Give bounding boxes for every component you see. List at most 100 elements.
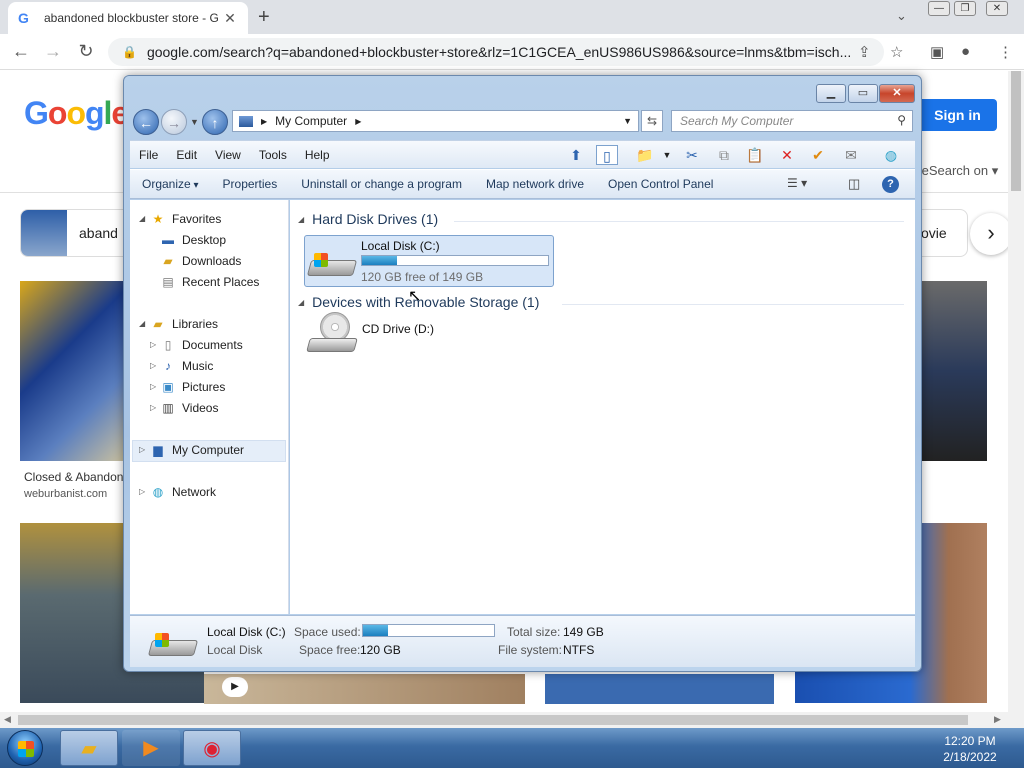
cut-icon[interactable]: ✂ (681, 145, 703, 165)
close-window-icon[interactable]: ✕ (986, 1, 1008, 16)
google-logo[interactable]: Google (24, 95, 129, 132)
menu-view[interactable]: View (206, 148, 250, 162)
system-clock[interactable]: 12:20 PM 2/18/2022 (930, 733, 1010, 765)
open-control-panel-button[interactable]: Open Control Panel (596, 177, 725, 191)
explorer-minimize-icon[interactable]: ▁ (816, 84, 846, 103)
profile-avatar-icon[interactable]: ● (961, 43, 970, 60)
side-panel-icon[interactable]: ▣ (930, 43, 944, 61)
nav-network[interactable]: ◍ Network (150, 485, 216, 499)
scroll-thumb[interactable] (1011, 71, 1021, 191)
related-search-chip[interactable]: aband (20, 209, 140, 257)
tab-search-chevron-icon[interactable]: ⌄ (896, 8, 907, 24)
properties-button[interactable]: Properties (211, 177, 290, 191)
menu-help[interactable]: Help (296, 148, 339, 162)
copy-icon[interactable]: ⧉ (713, 145, 735, 165)
chevron-right-icon[interactable]: › (970, 213, 1008, 255)
address-dropdown-icon[interactable]: ▼ (623, 116, 632, 126)
new-tab-button[interactable]: + (258, 6, 270, 29)
taskbar-explorer-button[interactable]: ▰ (60, 730, 118, 766)
up-arrow-icon[interactable]: ↑ (202, 109, 228, 135)
forward-arrow-icon[interactable]: → (42, 41, 64, 62)
cd-drive-icon[interactable] (306, 312, 358, 354)
sign-in-button[interactable]: Sign in (918, 99, 997, 131)
breadcrumb-arrow-icon[interactable]: ▶ (261, 117, 267, 126)
breadcrumb-my-computer[interactable]: My Computer (275, 114, 347, 128)
nav-pictures[interactable]: ▣ Pictures (160, 380, 225, 394)
bookmark-star-icon[interactable]: ☆ (890, 43, 903, 61)
vertical-scrollbar[interactable] (1008, 71, 1024, 712)
explorer-address-bar[interactable]: ▶ My Computer ▶ ▼ (232, 110, 639, 132)
web-globe-icon[interactable]: ◍ (880, 145, 902, 165)
help-icon[interactable]: ? (882, 176, 899, 193)
nav-my-computer[interactable]: ▆ My Computer (150, 443, 244, 457)
image-result[interactable] (545, 674, 774, 704)
explorer-search-input[interactable]: Search My Computer ⚲ (671, 110, 913, 132)
collapsed-arrow-icon[interactable]: ▷ (150, 361, 156, 370)
group-header-removable[interactable]: ◢ Devices with Removable Storage (1) (298, 294, 539, 310)
back-arrow-icon[interactable]: ← (133, 109, 159, 135)
scroll-thumb[interactable] (18, 715, 968, 725)
breadcrumb-arrow-icon[interactable]: ▶ (355, 117, 361, 126)
explorer-close-icon[interactable]: ✕ (879, 84, 915, 103)
folder-options-dropdown-icon[interactable]: ▼ (656, 145, 678, 165)
image-caption[interactable]: Closed & Abandon (24, 470, 123, 484)
local-disk-c-tile[interactable]: Local Disk (C:) 120 GB free of 149 GB ↖ (304, 235, 554, 305)
play-icon[interactable]: ▶ (222, 677, 248, 697)
nav-documents[interactable]: ▯ Documents (160, 338, 243, 352)
email-icon[interactable]: ✉ (840, 145, 862, 165)
browser-tab[interactable]: G abandoned blockbuster store - G ✕ (8, 2, 248, 34)
forward-arrow-icon[interactable]: → (161, 109, 187, 135)
taskbar-chrome-button[interactable]: ◉ (183, 730, 241, 766)
nav-libraries[interactable]: ▰ Libraries (150, 317, 218, 331)
lock-icon[interactable]: 🔒 (122, 45, 137, 59)
share-icon[interactable]: ⇪ (858, 43, 871, 61)
collapsed-arrow-icon[interactable]: ▷ (139, 445, 145, 454)
scroll-right-icon[interactable]: ▶ (994, 714, 1001, 725)
menu-edit[interactable]: Edit (167, 148, 206, 162)
horizontal-scrollbar[interactable]: ◀ ▶ (0, 712, 1024, 728)
up-folder-icon[interactable]: ⬆ (565, 145, 587, 165)
chrome-menu-icon[interactable]: ⋮ (998, 43, 1013, 61)
search-icon[interactable]: ⚲ (897, 113, 906, 127)
nav-music[interactable]: ♪ Music (160, 359, 213, 373)
menu-tools[interactable]: Tools (250, 148, 296, 162)
history-dropdown-icon[interactable]: ▼ (190, 117, 199, 127)
collapsed-arrow-icon[interactable]: ▷ (150, 382, 156, 391)
nav-favorites[interactable]: ★ Favorites (150, 212, 222, 226)
image-result[interactable] (20, 281, 124, 461)
back-arrow-icon[interactable]: ← (10, 41, 32, 62)
nav-recent-places[interactable]: ▤ Recent Places (160, 275, 259, 289)
restore-window-icon[interactable]: ❐ (954, 1, 976, 16)
explorer-maximize-icon[interactable]: ▭ (848, 84, 878, 103)
map-network-drive-button[interactable]: Map network drive (474, 177, 596, 191)
collapsed-arrow-icon[interactable]: ▷ (150, 403, 156, 412)
taskbar-media-player-button[interactable]: ▶ (122, 730, 180, 766)
minimize-window-icon[interactable]: — (928, 1, 950, 16)
start-button[interactable] (7, 730, 43, 766)
group-header-hard-disks[interactable]: ◢ Hard Disk Drives (1) (298, 211, 438, 227)
menu-file[interactable]: File (130, 148, 167, 162)
image-result[interactable] (204, 674, 525, 704)
refresh-icon[interactable]: ⇆ (641, 110, 663, 132)
address-bar[interactable]: 🔒 google.com/search?q=abandoned+blockbus… (108, 38, 884, 66)
image-result[interactable] (920, 281, 987, 461)
expanded-arrow-icon[interactable]: ◢ (139, 214, 145, 223)
group-collapse-icon[interactable]: ◢ (298, 298, 304, 307)
change-view-icon[interactable]: ☰ ▾ (787, 176, 807, 190)
nav-videos[interactable]: ▥ Videos (160, 401, 218, 415)
folder-options-icon[interactable]: 📁 (634, 145, 656, 165)
tab-close-icon[interactable]: ✕ (222, 10, 238, 27)
paste-icon[interactable]: 📋 (744, 145, 766, 165)
expanded-arrow-icon[interactable]: ◢ (139, 319, 145, 328)
properties-check-icon[interactable]: ✔ (807, 145, 829, 165)
nav-desktop[interactable]: ▬ Desktop (160, 233, 226, 247)
nav-downloads[interactable]: ▰ Downloads (160, 254, 241, 268)
preview-pane-icon[interactable]: ◫ (848, 176, 860, 192)
folders-pane-icon[interactable]: ▯ (596, 145, 618, 165)
scroll-left-icon[interactable]: ◀ (4, 714, 11, 725)
safesearch-toggle[interactable]: feSearch on ▾ (918, 163, 998, 179)
organize-button[interactable]: Organize (130, 177, 211, 191)
cd-drive-d-label[interactable]: CD Drive (D:) (362, 322, 434, 336)
delete-icon[interactable]: ✕ (776, 145, 798, 165)
collapsed-arrow-icon[interactable]: ▷ (139, 487, 145, 496)
